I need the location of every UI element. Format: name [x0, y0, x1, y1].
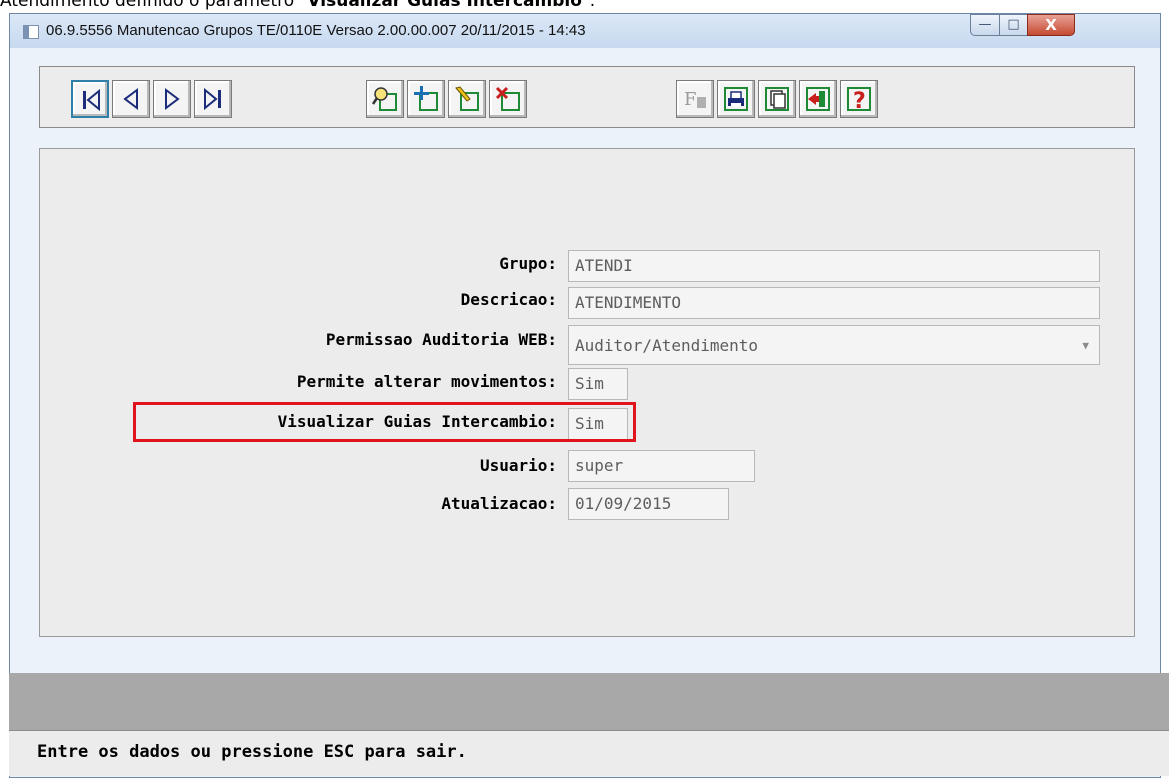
minimize-icon: — — [978, 17, 992, 32]
usuario-label: Usuario: — [479, 456, 557, 475]
filter-icon: F — [684, 89, 706, 110]
highlight-box — [133, 402, 636, 442]
svg-text:F: F — [684, 89, 697, 110]
search-button[interactable] — [366, 80, 404, 118]
first-record-icon — [83, 88, 100, 112]
close-button[interactable]: X — [1027, 14, 1075, 36]
toolbar: F ? — [39, 66, 1135, 128]
page-caption: Atendimento definido o parâmetro "Visual… — [0, 0, 596, 11]
gray-separator-bar — [9, 673, 1169, 730]
exit-icon — [806, 87, 830, 111]
permite-alterar-field[interactable]: Sim — [568, 368, 628, 400]
atualizacao-label: Atualizacao: — [441, 494, 557, 513]
title-bar: 06.9.5556 Manutencao Grupos TE/0110E Ver… — [10, 14, 1160, 48]
first-record-button[interactable] — [71, 80, 109, 118]
status-message: Entre os dados ou pressione ESC para sai… — [37, 742, 467, 762]
window-title: 06.9.5556 Manutencao Grupos TE/0110E Ver… — [46, 22, 586, 39]
delete-icon — [495, 86, 520, 111]
edit-button[interactable] — [448, 80, 486, 118]
status-bar: Entre os dados ou pressione ESC para sai… — [9, 730, 1169, 776]
close-icon: X — [1045, 16, 1057, 34]
descricao-label: Descricao: — [460, 290, 557, 309]
permissao-select[interactable]: Auditor/Atendimento ▼ — [568, 325, 1100, 365]
permissao-label: Permissao Auditoria WEB: — [325, 330, 557, 349]
next-record-button[interactable] — [153, 80, 191, 118]
permite-alterar-label: Permite alterar movimentos: — [296, 372, 557, 391]
next-record-icon — [165, 88, 180, 110]
copy-icon — [765, 87, 789, 111]
edit-icon — [455, 86, 479, 111]
add-button[interactable] — [407, 80, 445, 118]
last-record-icon — [204, 87, 221, 111]
maximize-button[interactable]: □ — [999, 14, 1028, 36]
descricao-field[interactable]: ATENDIMENTO — [568, 287, 1100, 319]
window-app-icon — [23, 25, 39, 39]
search-icon — [371, 87, 397, 111]
chevron-down-icon: ▼ — [1082, 339, 1089, 352]
copy-button[interactable] — [758, 80, 796, 118]
help-button[interactable]: ? — [840, 80, 878, 118]
minimize-button[interactable]: — — [970, 14, 1000, 36]
last-record-button[interactable] — [194, 80, 232, 118]
print-button[interactable] — [717, 80, 755, 118]
delete-button[interactable] — [489, 80, 527, 118]
help-icon: ? — [847, 87, 871, 113]
exit-button[interactable] — [799, 80, 837, 118]
maximize-icon: □ — [1007, 17, 1020, 32]
print-icon — [724, 87, 748, 111]
add-icon — [414, 86, 438, 111]
atualizacao-field[interactable]: 01/09/2015 — [568, 488, 729, 520]
filter-button[interactable]: F — [676, 80, 714, 118]
previous-record-icon — [123, 88, 138, 110]
usuario-field[interactable]: super — [568, 450, 755, 482]
previous-record-button[interactable] — [112, 80, 150, 118]
grupo-field[interactable]: ATENDI — [568, 250, 1100, 282]
grupo-label: Grupo: — [499, 254, 557, 273]
permissao-value: Auditor/Atendimento — [575, 336, 759, 355]
svg-text:?: ? — [853, 89, 866, 113]
